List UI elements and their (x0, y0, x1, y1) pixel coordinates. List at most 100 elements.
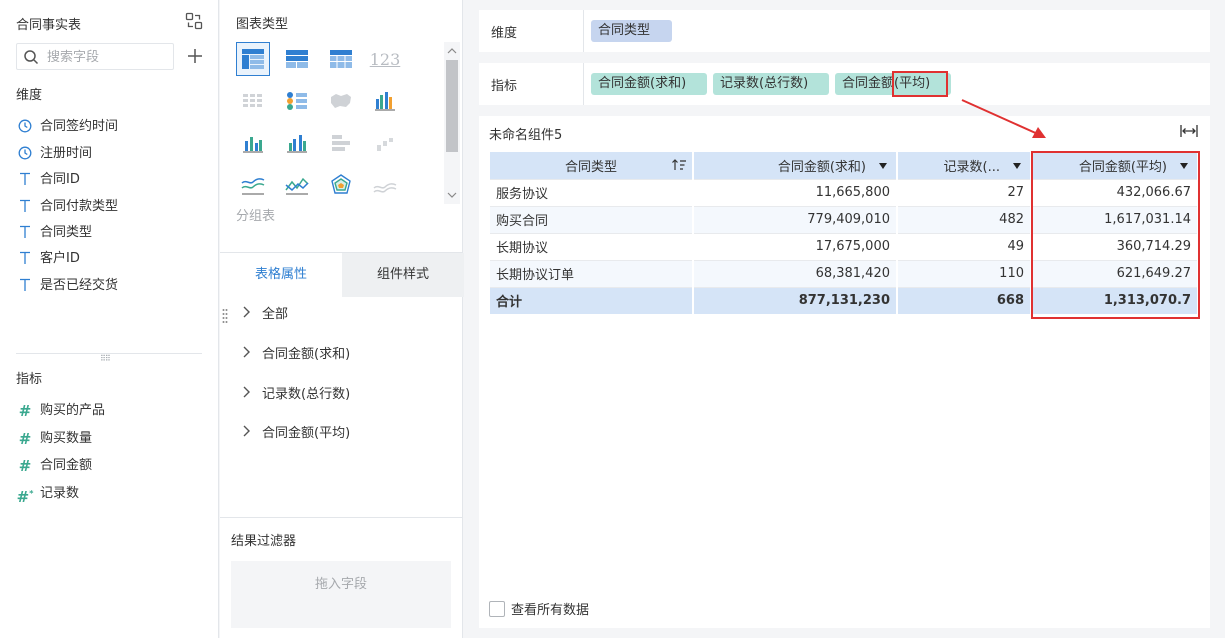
tab-table-properties[interactable]: 表格属性 (220, 253, 342, 297)
area-chart-icon[interactable] (368, 168, 402, 202)
clock-icon (16, 143, 34, 165)
drag-handle-icon[interactable] (222, 308, 228, 324)
calendar-heat-chart-icon[interactable] (236, 84, 270, 118)
field-item[interactable]: # 购买的产品 (16, 400, 105, 422)
table-cell: 668 (897, 286, 1032, 314)
measure-pill[interactable]: 记录数(总行数) (713, 73, 829, 95)
table-cell: 合计 (490, 286, 694, 314)
field-label: 购买的产品 (40, 403, 106, 418)
dimension-shelf-label: 维度 (491, 26, 518, 41)
waterfall-chart-icon[interactable] (368, 126, 402, 160)
column-highlight-box (1031, 151, 1200, 319)
fit-width-icon[interactable] (1180, 124, 1198, 138)
detail-table-chart-icon[interactable] (324, 42, 358, 76)
text-icon (16, 222, 34, 244)
property-label: 合同金额(求和) (262, 347, 351, 362)
component-title: 未命名组件5 (489, 128, 563, 143)
field-item[interactable]: 合同类型 (16, 222, 92, 244)
filter-drop-zone[interactable]: 拖入字段 (231, 561, 451, 628)
grouped-bar-chart-icon[interactable] (280, 126, 314, 160)
caret-down-icon[interactable] (1012, 160, 1022, 170)
grouped-table-chart-icon[interactable] (236, 42, 270, 76)
table-cell: 11,665,800 (693, 178, 898, 206)
field-label: 是否已经交货 (40, 278, 119, 293)
text-icon (16, 196, 34, 218)
table-cell: 877,131,230 (693, 286, 898, 314)
measure-shelf-label: 指标 (491, 79, 518, 94)
selected-chart-type-label: 分组表 (236, 209, 276, 224)
text-icon (16, 169, 34, 191)
property-item[interactable]: 合同金额(平均) (242, 423, 350, 445)
resize-grip-icon[interactable]: ⠿⠿ (100, 355, 118, 363)
hash-star-icon: #* (16, 488, 34, 506)
table-cell: 110 (897, 259, 1032, 287)
scrollbar-thumb[interactable] (446, 60, 458, 152)
field-item[interactable]: # 购买数量 (16, 428, 92, 450)
cross-table-chart-icon[interactable] (280, 42, 314, 76)
property-item[interactable]: 合同金额(求和) (242, 344, 350, 366)
measure-shelf[interactable]: 指标 合同金额(求和) 记录数(总行数) 合同金额(平均) (479, 63, 1210, 105)
hash-icon: # (18, 402, 32, 420)
property-label: 全部 (262, 307, 289, 322)
add-field-button[interactable] (185, 46, 205, 66)
result-filter-title: 结果过滤器 (231, 534, 297, 549)
radar-chart-icon[interactable] (324, 168, 358, 202)
field-item[interactable]: 合同付款类型 (16, 196, 118, 218)
switch-table-icon[interactable] (185, 12, 203, 30)
view-all-data-checkbox[interactable]: 查看所有数据 (489, 601, 589, 619)
column-header[interactable]: 合同金额(求和) (693, 152, 898, 179)
field-item[interactable]: #* 记录数 (16, 483, 79, 506)
column-header[interactable]: 记录数(... (897, 152, 1032, 179)
config-panel: 图表类型 123 分组表 表格属性 组件样式 全部 合同金额(求和) 记录数(总… (220, 0, 464, 638)
tab-component-style[interactable]: 组件样式 (342, 253, 464, 297)
field-item[interactable]: # 合同金额 (16, 455, 92, 477)
measures-heading: 指标 (16, 372, 43, 387)
chevron-up-icon[interactable] (447, 45, 457, 55)
table-cell: 779,409,010 (693, 205, 898, 233)
property-item[interactable]: 全部 (242, 304, 288, 326)
chevron-right-icon (242, 423, 254, 445)
view-all-data-label: 查看所有数据 (511, 603, 590, 618)
stacked-hbar-chart-icon[interactable] (324, 126, 358, 160)
field-search[interactable] (16, 43, 174, 70)
chevron-down-icon[interactable] (447, 189, 457, 199)
field-label: 客户ID (40, 251, 80, 266)
field-item[interactable]: 注册时间 (16, 143, 92, 165)
polyline-chart-icon[interactable] (280, 168, 314, 202)
measure-pill[interactable]: 合同金额(求和) (591, 73, 707, 95)
caret-down-icon[interactable] (878, 160, 888, 170)
property-item[interactable]: 记录数(总行数) (242, 384, 350, 406)
text-icon (16, 275, 34, 297)
field-label: 购买数量 (40, 431, 93, 446)
field-item[interactable]: 客户ID (16, 248, 80, 270)
dimension-shelf[interactable]: 维度 合同类型 (479, 10, 1210, 52)
dimension-pill[interactable]: 合同类型 (591, 20, 672, 42)
table-cell: 长期协议 (490, 232, 694, 260)
multi-bar-chart-icon[interactable] (368, 84, 402, 118)
checkbox-icon[interactable] (489, 601, 505, 617)
table-name: 合同事实表 (16, 18, 82, 33)
field-item[interactable]: 合同ID (16, 169, 80, 191)
table-cell: 17,675,000 (693, 232, 898, 260)
chart-types-scrollbar[interactable] (444, 42, 460, 204)
search-input[interactable] (47, 47, 171, 67)
dot-table-chart-icon[interactable] (280, 84, 314, 118)
field-item[interactable]: 合同签约时间 (16, 116, 118, 138)
map-chart-icon[interactable] (324, 84, 358, 118)
divider (583, 63, 584, 105)
search-icon (23, 49, 39, 65)
field-item[interactable]: 是否已经交货 (16, 275, 118, 297)
sort-ascending-icon[interactable] (671, 158, 687, 172)
bar-chart-icon[interactable] (236, 126, 270, 160)
column-header[interactable]: 合同类型 (490, 152, 694, 179)
field-label: 合同金额 (40, 458, 93, 473)
field-label: 合同类型 (40, 225, 93, 240)
kpi-number-chart-icon[interactable]: 123 (368, 42, 402, 76)
hash-icon: # (18, 457, 32, 475)
hash-icon: # (18, 430, 32, 448)
chevron-right-icon (242, 344, 254, 366)
line-chart-icon[interactable] (236, 168, 270, 202)
table-cell: 购买合同 (490, 205, 694, 233)
text-icon (16, 248, 34, 270)
chevron-right-icon (242, 304, 254, 326)
